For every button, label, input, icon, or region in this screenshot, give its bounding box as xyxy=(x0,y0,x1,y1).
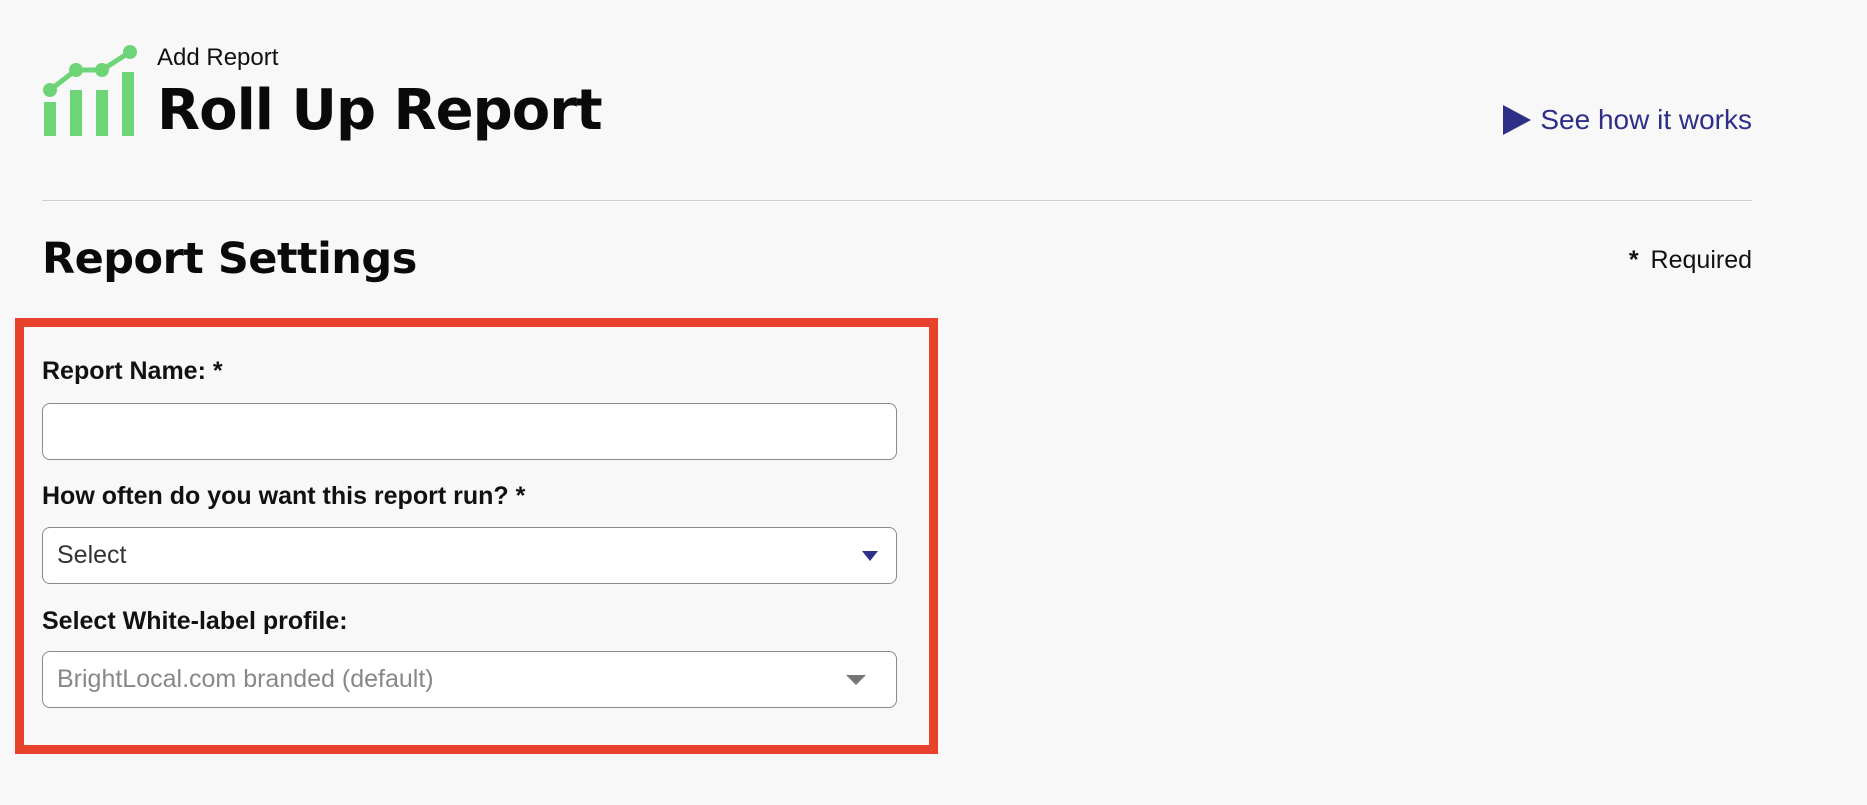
required-note: * Required xyxy=(1629,246,1752,275)
section-title: Report Settings xyxy=(42,234,417,284)
white-label-profile-select[interactable]: BrightLocal.com branded (default) xyxy=(42,651,897,708)
white-label-profile-label: Select White-label profile: xyxy=(42,607,348,635)
white-label-profile-value: BrightLocal.com branded (default) xyxy=(57,665,434,693)
title-block: Add Report Roll Up Report xyxy=(157,40,603,144)
report-name-input[interactable] xyxy=(42,403,897,460)
see-how-it-works-link[interactable]: See how it works xyxy=(1503,104,1752,136)
page-header: Add Report Roll Up Report See how it wor… xyxy=(42,40,1752,150)
required-label: Required xyxy=(1650,246,1752,274)
page-title: Roll Up Report xyxy=(157,78,603,143)
breadcrumb: Add Report xyxy=(157,44,279,71)
caret-down-icon xyxy=(862,550,878,561)
header-divider xyxy=(42,200,1752,201)
frequency-select-value: Select xyxy=(57,541,127,569)
see-how-it-works-label: See how it works xyxy=(1540,104,1752,135)
caret-down-icon xyxy=(846,674,866,685)
frequency-select[interactable]: Select xyxy=(42,527,897,584)
page: Add Report Roll Up Report See how it wor… xyxy=(0,0,1867,805)
play-icon xyxy=(1503,105,1532,135)
required-star: * xyxy=(1628,246,1639,274)
report-name-label: Report Name: * xyxy=(42,357,223,385)
frequency-label: How often do you want this report run? * xyxy=(42,482,526,510)
bar-chart-trend-icon xyxy=(43,45,137,136)
